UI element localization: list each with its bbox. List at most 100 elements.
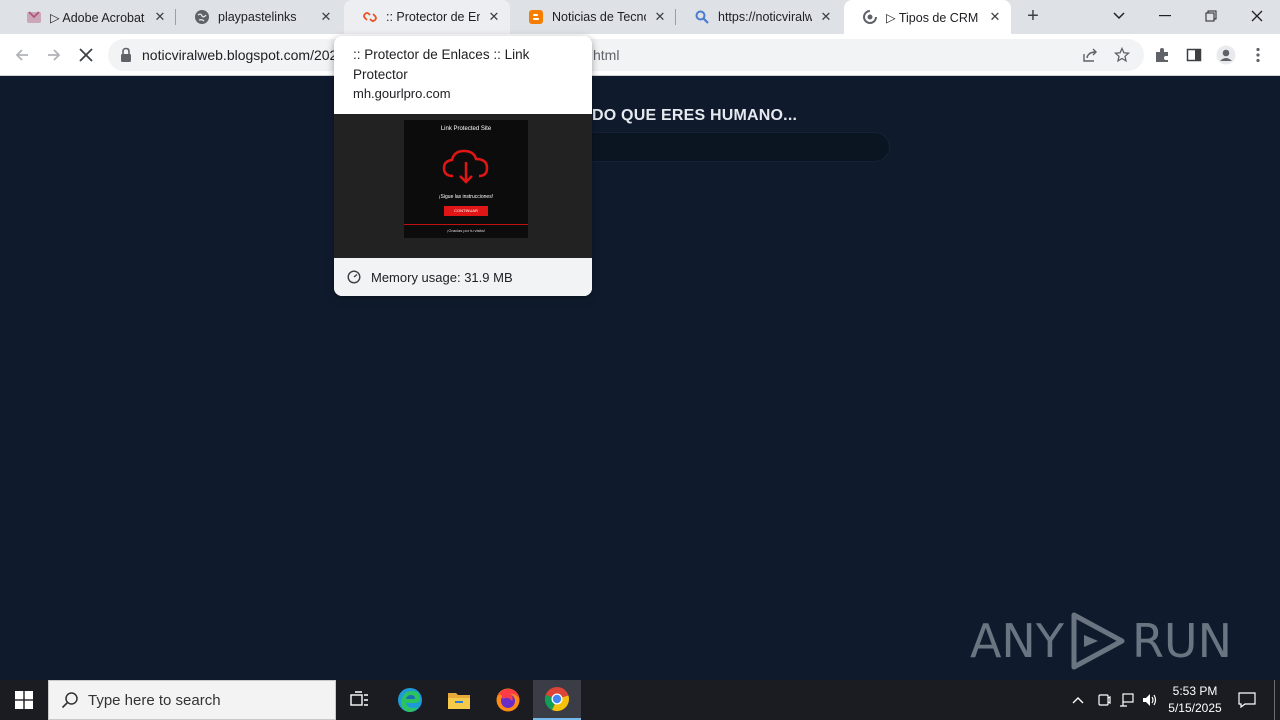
windows-taskbar: Type here to search 5:53 PM 5/15/2025 <box>0 680 1280 720</box>
tab-hover-card: :: Protector de Enlaces :: Link Protecto… <box>334 36 592 296</box>
url-text: noticviralweb.blogspot.com/202 <box>142 47 338 63</box>
search-placeholder: Type here to search <box>88 691 221 709</box>
meet-now-button[interactable] <box>1094 680 1114 720</box>
tab-link-protector[interactable]: :: Protector de Enla ✕ <box>344 0 510 34</box>
hover-card-thumbnail: Link Protected Site ¡Sigue las instrucci… <box>334 114 592 258</box>
thumbnail-page: Link Protected Site ¡Sigue las instrucci… <box>404 120 528 238</box>
acrobat-icon <box>26 9 42 25</box>
notification-icon <box>1238 692 1256 708</box>
menu-button[interactable] <box>1244 41 1272 69</box>
start-button[interactable] <box>0 680 48 720</box>
thumbnail-button: CONTINUAR <box>444 206 488 216</box>
forward-button[interactable] <box>40 41 68 69</box>
tab-noticviralweb-search[interactable]: https://noticviralw ✕ <box>676 0 842 34</box>
tab-title: :: Protector de Enla <box>386 10 480 24</box>
show-hidden-icons-button[interactable] <box>1068 680 1088 720</box>
tab-title: Noticias de Tecnol <box>552 10 646 24</box>
minimize-icon <box>1159 15 1171 17</box>
edge-icon <box>398 688 422 712</box>
file-explorer-taskbar-button[interactable] <box>435 680 483 720</box>
close-icon[interactable]: ✕ <box>152 9 168 25</box>
cloud-download-icon <box>442 149 489 184</box>
side-panel-button[interactable] <box>1180 41 1208 69</box>
hover-card-title: :: Protector de Enlaces :: Link Protecto… <box>353 47 530 82</box>
firefox-taskbar-button[interactable] <box>484 680 532 720</box>
thumbnail-caption: ¡Sigue las instrucciones! <box>438 194 494 200</box>
puzzle-icon <box>1156 48 1168 62</box>
show-desktop-button[interactable] <box>1274 680 1275 720</box>
browser-toolbar: noticviralweb.blogspot.com/202 html <box>0 34 1280 76</box>
clock-time: 5:53 PM <box>1172 684 1218 698</box>
profile-button[interactable] <box>1212 41 1240 69</box>
anyrun-watermark: ANY RUN <box>970 611 1232 671</box>
tab-adobe-acrobat[interactable]: ▷ Adobe Acrobat l ✕ <box>8 0 176 34</box>
taskbar-search-box[interactable]: Type here to search <box>48 680 336 720</box>
share-button[interactable] <box>1076 41 1104 69</box>
close-icon[interactable]: ✕ <box>652 9 668 25</box>
close-icon <box>1251 10 1263 22</box>
avatar-icon <box>1216 45 1236 65</box>
tab-search-button[interactable] <box>1096 0 1142 32</box>
thumbnail-title: Link Protected Site <box>440 126 492 132</box>
share-icon <box>1083 48 1097 62</box>
thumbnail-footer: ¡Gracias por tu visita! <box>447 228 485 233</box>
chrome-taskbar-button[interactable] <box>533 680 581 720</box>
link-protector-icon <box>362 9 378 25</box>
tab-strip: ▷ Adobe Acrobat l ✕ playpastelinks ✕ :: … <box>0 0 1280 34</box>
minimize-button[interactable] <box>1142 0 1188 32</box>
network-icon <box>1120 693 1134 707</box>
watermark-text-right: RUN <box>1131 614 1232 668</box>
taskbar-clock[interactable]: 5:53 PM 5/15/2025 <box>1160 683 1230 717</box>
restore-button[interactable] <box>1188 0 1234 32</box>
bookmark-button[interactable] <box>1108 41 1136 69</box>
close-icon[interactable]: ✕ <box>987 9 1003 25</box>
task-view-icon <box>350 691 368 706</box>
stop-icon <box>79 48 93 62</box>
hover-card-domain: mh.gourlpro.com <box>353 86 451 101</box>
blogger-icon <box>528 9 544 25</box>
close-icon[interactable]: ✕ <box>486 9 502 25</box>
volume-icon <box>1143 694 1157 706</box>
lock-icon[interactable] <box>120 47 132 63</box>
globe-icon <box>194 9 210 25</box>
stop-loading-button[interactable] <box>72 41 100 69</box>
watermark-text-left: ANY <box>969 614 1064 668</box>
tab-title: https://noticviralw <box>718 10 812 24</box>
clock-date: 5/15/2025 <box>1168 701 1222 715</box>
notifications-button[interactable] <box>1232 680 1262 720</box>
volume-button[interactable] <box>1140 680 1160 720</box>
search-icon <box>694 9 710 25</box>
close-icon[interactable]: ✕ <box>318 9 334 25</box>
more-vert-icon <box>1256 47 1260 63</box>
thumbnail-divider <box>404 224 528 225</box>
tab-playpastelinks[interactable]: playpastelinks ✕ <box>176 0 342 34</box>
file-explorer-icon <box>448 693 470 709</box>
chrome-icon <box>544 687 569 712</box>
verification-heading: DO QUE ERES HUMANO... <box>592 107 798 124</box>
loading-icon <box>862 9 878 25</box>
close-icon[interactable]: ✕ <box>818 9 834 25</box>
tab-title: playpastelinks <box>218 10 297 24</box>
play-logo-icon <box>1071 612 1125 670</box>
arrow-right-icon <box>48 49 61 61</box>
device-icon <box>1098 694 1111 706</box>
address-bar[interactable]: noticviralweb.blogspot.com/202 html <box>108 39 1144 71</box>
edge-taskbar-button[interactable] <box>386 680 434 720</box>
chevron-up-icon <box>1072 697 1084 704</box>
page-content: DO QUE ERES HUMANO... ANY RUN <box>0 77 1280 680</box>
star-icon <box>1114 47 1130 63</box>
network-button[interactable] <box>1117 680 1137 720</box>
search-icon <box>61 692 78 709</box>
new-tab-button[interactable]: + <box>1022 6 1044 28</box>
close-window-button[interactable] <box>1234 0 1280 32</box>
extensions-button[interactable] <box>1148 41 1176 69</box>
tab-noticias-tecnologia[interactable]: Noticias de Tecnol ✕ <box>510 0 676 34</box>
memory-usage-text: Memory usage: 31.9 MB <box>371 269 513 285</box>
arrow-left-icon <box>15 49 28 61</box>
task-view-button[interactable] <box>336 680 384 720</box>
tab-title: ▷ Adobe Acrobat l <box>50 10 146 25</box>
memory-usage-row: Memory usage: 31.9 MB <box>334 258 592 296</box>
tab-tipos-de-crm[interactable]: ▷ Tipos de CRM y ✕ <box>844 0 1011 34</box>
back-button[interactable] <box>8 41 36 69</box>
firefox-icon <box>496 688 520 712</box>
